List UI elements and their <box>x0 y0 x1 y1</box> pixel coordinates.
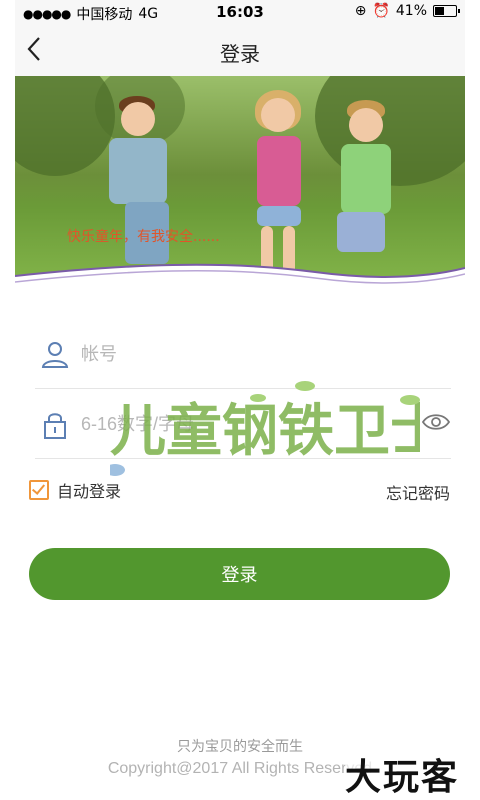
auto-login-checkbox[interactable] <box>29 480 49 500</box>
battery-icon <box>433 5 460 17</box>
nav-bar: 登录 <box>15 24 465 76</box>
hero-banner: 快乐童年，有我安全...... <box>15 76 465 296</box>
wave-divider <box>15 263 465 296</box>
battery-percent: 41% <box>395 3 427 19</box>
password-field <box>35 388 451 459</box>
account-input[interactable] <box>79 336 413 372</box>
account-field <box>35 318 451 389</box>
page-title: 登录 <box>220 42 260 66</box>
forgot-password-link[interactable]: 忘记密码 <box>386 480 450 504</box>
login-button[interactable]: 登录 <box>29 548 450 600</box>
rotation-lock-icon: ⊕ <box>354 3 367 19</box>
corner-watermark: 大玩客 <box>345 748 460 800</box>
user-icon <box>41 342 69 368</box>
login-page: ●●●●● 中国移动 4G 16:03 ⊕ ⏰ 41% 登录 快乐童年，有我安全… <box>15 0 465 800</box>
auto-login-label: 自动登录 <box>57 482 122 501</box>
show-password-eye-icon[interactable] <box>421 410 451 434</box>
lock-icon <box>44 413 66 439</box>
status-bar: ●●●●● 中国移动 4G 16:03 ⊕ ⏰ 41% <box>15 0 465 24</box>
password-input[interactable] <box>79 406 413 442</box>
alarm-icon: ⏰ <box>372 3 390 19</box>
auto-login-toggle[interactable]: 自动登录 <box>29 478 121 502</box>
hero-slogan: 快乐童年，有我安全...... <box>67 229 220 245</box>
